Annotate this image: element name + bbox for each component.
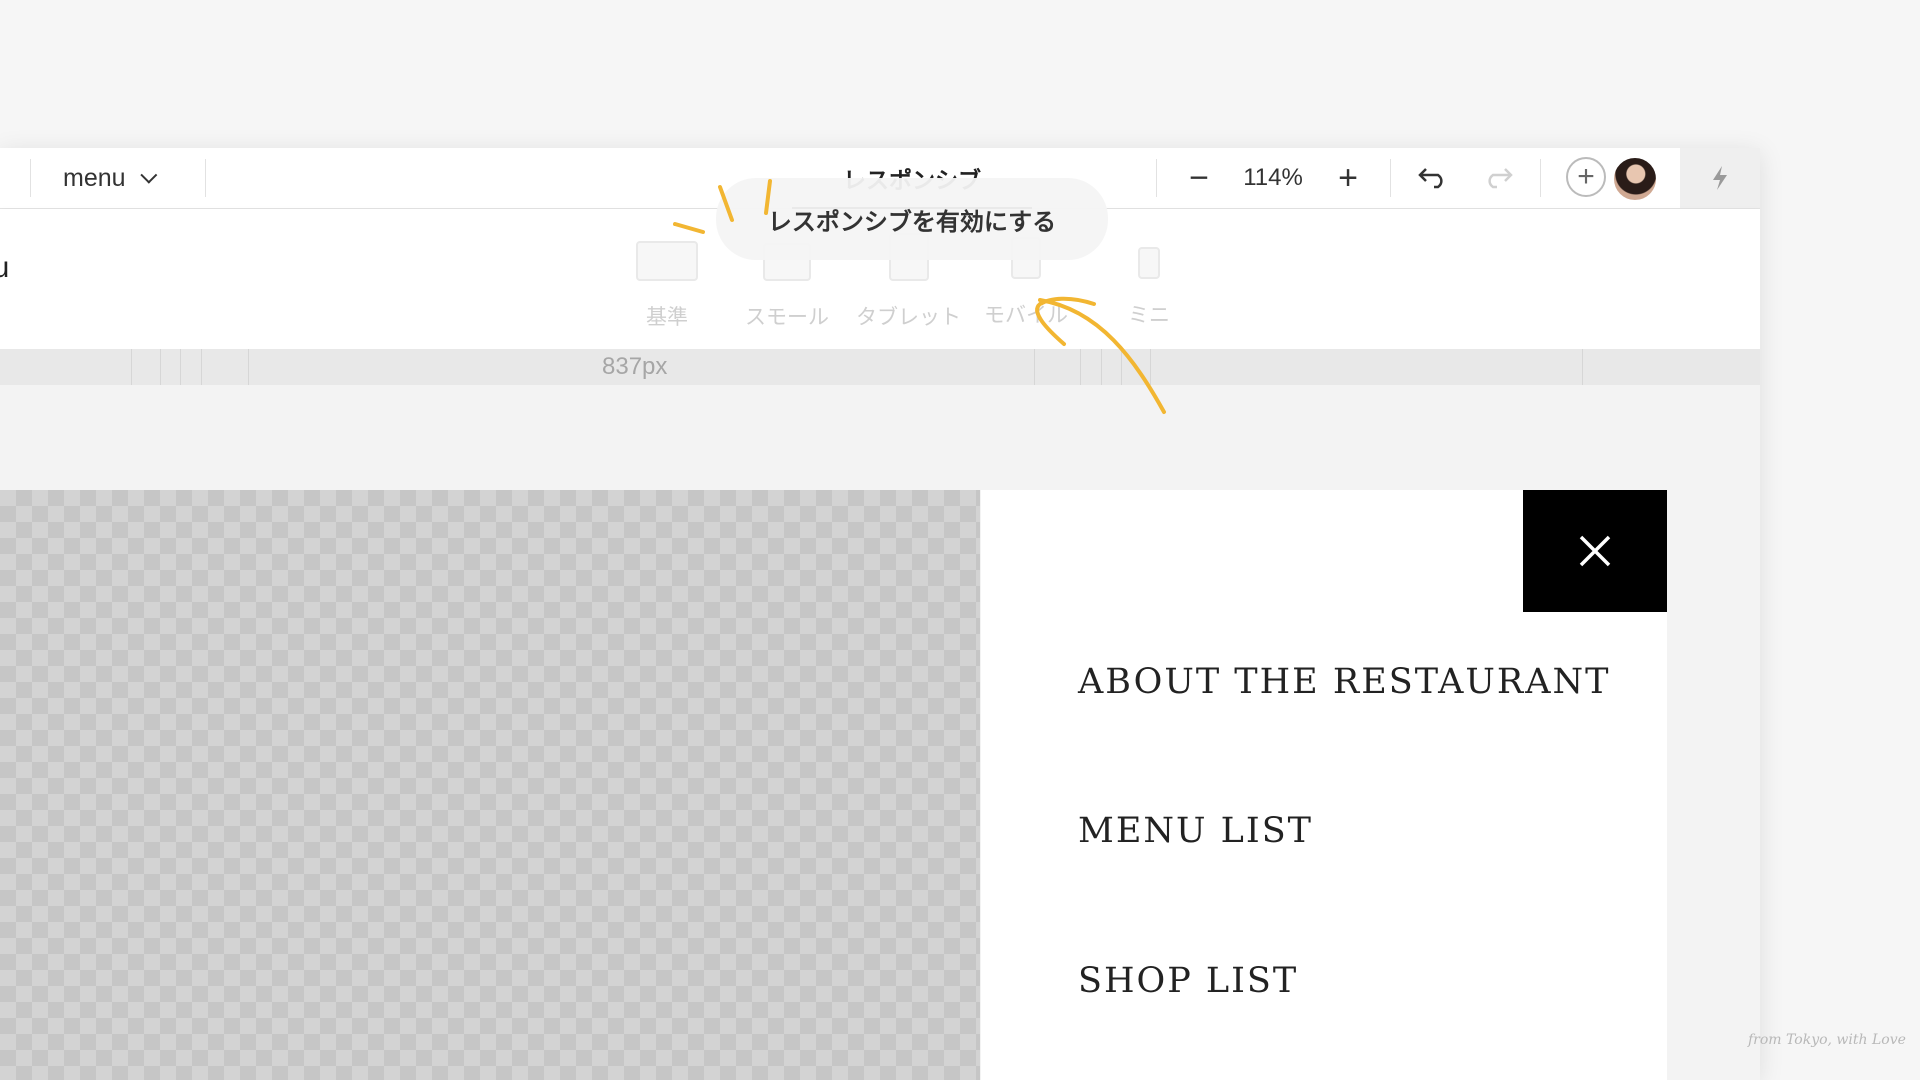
element-name: nu [0, 251, 10, 284]
ruler: 837px [0, 349, 1760, 385]
ruler-tick [1101, 349, 1102, 385]
breakpoint-label: 基準 [646, 306, 688, 329]
transparent-canvas-area [0, 490, 980, 1080]
zoom-in-button[interactable]: + [1332, 159, 1364, 197]
toolbar-divider [205, 159, 206, 197]
toolbar-divider [1390, 159, 1391, 197]
toolbar-divider [30, 159, 31, 197]
ruler-tick [1080, 349, 1081, 385]
lightning-icon [1713, 166, 1727, 190]
toolbar-divider [1540, 159, 1541, 197]
zoom-level: 114% [1243, 164, 1303, 191]
mini-device-icon [1138, 247, 1160, 279]
ruler-tick [180, 349, 181, 385]
close-icon [1579, 535, 1611, 567]
breakpoint-label: タブレット [856, 306, 961, 329]
zoom-out-button[interactable]: − [1183, 159, 1215, 197]
ruler-tick [248, 349, 249, 385]
avatar[interactable] [1612, 156, 1658, 202]
ruler-tick [1121, 349, 1122, 385]
close-menu-button[interactable] [1523, 490, 1667, 612]
ruler-tick [1150, 349, 1151, 385]
undo-icon [1418, 168, 1443, 189]
redo-button[interactable] [1477, 162, 1517, 194]
menu-item-shop-list[interactable]: SHOP LIST [1078, 961, 1298, 1001]
toolbar-divider [1156, 159, 1157, 197]
add-button[interactable]: + [1566, 157, 1606, 197]
signature: from Tokyo, with Love [1748, 1032, 1906, 1048]
breakpoint-label: スモール [745, 306, 829, 329]
breakpoint-mini[interactable]: ミニ [1128, 235, 1170, 329]
ruler-tick [1582, 349, 1583, 385]
breakpoint-label: ミニ [1128, 304, 1170, 327]
chevron-down-icon [139, 166, 157, 184]
ruler-tick [1034, 349, 1035, 385]
menu-item-about[interactable]: ABOUT THE RESTAURANT [1078, 662, 1611, 702]
ruler-tick [201, 349, 202, 385]
desktop-icon [636, 241, 698, 281]
undo-button[interactable] [1414, 162, 1454, 194]
page-select-label: menu [63, 163, 126, 192]
plus-icon: + [1577, 160, 1595, 193]
enable-responsive-button[interactable]: レスポンシブを有効にする [716, 178, 1108, 260]
page-select[interactable]: menu [63, 162, 157, 194]
menu-item-menu-list[interactable]: MENU LIST [1078, 811, 1313, 851]
breakpoint-label: モバイル [984, 304, 1068, 327]
breakpoint-base[interactable]: 基準 [636, 235, 698, 331]
enable-responsive-label: レスポンシブを有効にする [767, 208, 1057, 236]
ruler-tick [160, 349, 161, 385]
zoom-in-label: + [1338, 159, 1358, 197]
ruler-tick [131, 349, 132, 385]
redo-icon [1488, 168, 1513, 189]
quick-action-button[interactable] [1680, 148, 1760, 208]
ruler-width-label: 837px [602, 353, 668, 380]
zoom-out-label: − [1189, 159, 1209, 197]
